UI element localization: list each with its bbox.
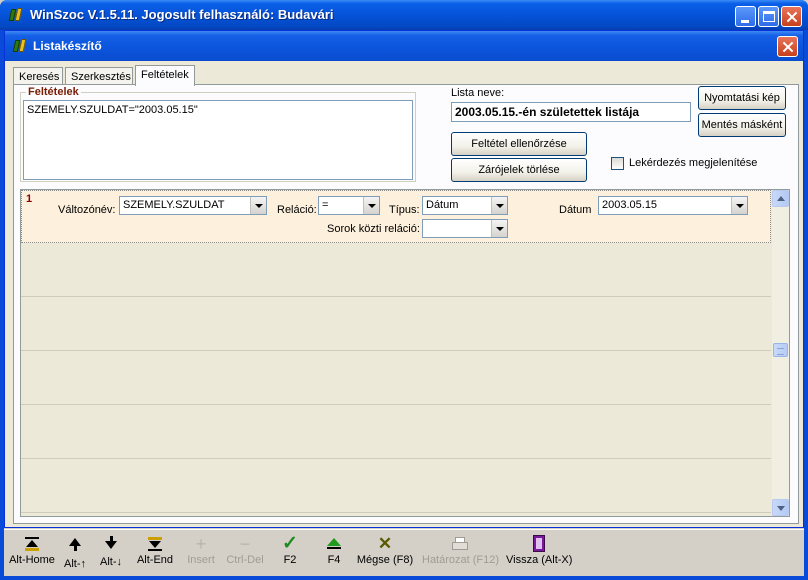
f4-button[interactable]: F4 <box>320 534 348 574</box>
date-label: Dátum <box>559 204 592 216</box>
first-record-icon <box>8 534 56 554</box>
scroll-up-button[interactable] <box>772 190 789 207</box>
show-query-label: Lekérdezés megjelenítése <box>629 157 758 169</box>
empty-grid-row[interactable] <box>21 459 771 513</box>
exit-door-icon <box>506 534 572 554</box>
checkmark-icon: ✓ <box>282 533 298 554</box>
save-as-button[interactable]: Mentés másként <box>698 113 786 137</box>
type-value: Dátum <box>426 199 459 211</box>
close-app-button[interactable] <box>781 6 802 27</box>
print-preview-button[interactable]: Nyomtatási kép <box>698 86 786 110</box>
empty-grid-row[interactable] <box>21 297 771 351</box>
empty-grid-row[interactable] <box>21 243 771 297</box>
variable-label: Változónév: <box>58 204 116 216</box>
conditions-legend: Feltételek <box>26 86 81 98</box>
condition-row[interactable]: 1 Változónév: SZEMELY.SZULDAT Reláció: =… <box>21 190 771 243</box>
tab-feltetelek[interactable]: Feltételek <box>135 65 195 86</box>
empty-grid-row[interactable] <box>21 405 771 459</box>
insert-label: Insert <box>187 554 215 566</box>
cancel-x-icon: ✕ <box>377 534 393 553</box>
decision-label: Határozat (F12) <box>422 554 500 566</box>
list-name-input[interactable]: 2003.05.15.-én születettek listája <box>451 102 691 122</box>
winszoc-logo-icon <box>12 38 28 54</box>
bottom-toolbar: Alt-Home Alt-↑ Alt-↓ Alt-End + Insert − … <box>4 529 804 576</box>
empty-grid-row[interactable] <box>21 351 771 405</box>
scroll-down-button[interactable] <box>772 499 789 516</box>
plus-icon: + <box>195 534 207 554</box>
f4-label: F4 <box>327 554 341 566</box>
child-title-bar[interactable]: Listakészítő <box>5 31 803 61</box>
previous-record-label: Alt-↑ <box>64 558 86 570</box>
variable-combo[interactable]: SZEMELY.SZULDAT <box>119 196 267 215</box>
conditions-textarea[interactable]: SZEMELY.SZULDAT="2003.05.15" <box>23 100 413 180</box>
decision-button[interactable]: Határozat (F12) <box>422 534 500 574</box>
chevron-down-icon[interactable] <box>491 197 507 214</box>
last-record-button[interactable]: Alt-End <box>134 534 176 574</box>
type-label: Típus: <box>389 204 420 216</box>
tab-kereses[interactable]: Keresés <box>13 67 63 85</box>
maximize-button[interactable] <box>758 6 779 27</box>
delete-button[interactable]: − Ctrl-Del <box>224 534 266 574</box>
app-title-bar[interactable]: WinSzoc V.1.5.11. Jogosult felhasználó: … <box>0 0 808 30</box>
next-record-button[interactable]: Alt-↓ <box>96 534 126 574</box>
insert-button[interactable]: + Insert <box>184 534 218 574</box>
variable-value: SZEMELY.SZULDAT <box>123 199 225 211</box>
show-query-checkbox[interactable] <box>611 157 624 170</box>
list-name-label: Lista neve: <box>451 87 505 99</box>
f2-label: F2 <box>283 554 297 566</box>
cancel-button[interactable]: ✕ Mégse (F8) <box>356 534 414 574</box>
chevron-down-icon[interactable] <box>491 220 507 237</box>
minus-icon: − <box>239 534 251 554</box>
tab-szerkesztes[interactable]: Szerkesztés <box>65 67 133 85</box>
printer-icon <box>422 534 498 554</box>
arrow-up-icon <box>60 538 90 558</box>
row-number: 1 <box>26 193 33 205</box>
conditions-grid: 1 Változónév: SZEMELY.SZULDAT Reláció: =… <box>20 189 790 517</box>
winszoc-logo-icon <box>8 7 24 23</box>
close-child-button[interactable] <box>777 36 798 57</box>
first-record-button[interactable]: Alt-Home <box>8 534 56 574</box>
f2-button[interactable]: ✓ F2 <box>276 534 304 574</box>
last-record-label: Alt-End <box>136 554 174 566</box>
date-combo[interactable]: 2003.05.15 <box>598 196 748 215</box>
arrow-down-icon <box>96 536 126 556</box>
date-value: 2003.05.15 <box>602 199 658 211</box>
check-condition-button[interactable]: Feltétel ellenőrzése <box>451 132 587 156</box>
row-relation-combo[interactable] <box>422 219 508 238</box>
chevron-down-icon[interactable] <box>250 197 266 214</box>
delete-label: Ctrl-Del <box>226 554 264 566</box>
conditions-group: Feltételek SZEMELY.SZULDAT="2003.05.15" <box>20 86 416 182</box>
chevron-down-icon[interactable] <box>363 197 379 214</box>
last-record-icon <box>134 534 176 554</box>
clear-parentheses-button[interactable]: Zárójelek törlése <box>451 158 587 182</box>
feltetelek-panel: Feltételek SZEMELY.SZULDAT="2003.05.15" … <box>13 84 799 524</box>
maximize-icon <box>763 11 775 22</box>
exit-label: Vissza (Alt-X) <box>506 554 573 566</box>
type-combo[interactable]: Dátum <box>422 196 508 215</box>
listakeszito-window: Listakészítő Keresés Szerkesztés Feltéte… <box>4 30 804 528</box>
row-relation-label: Sorok közti reláció: <box>327 223 420 235</box>
minimize-icon <box>741 20 749 23</box>
scroll-thumb[interactable] <box>773 343 788 357</box>
relation-combo[interactable]: = <box>318 196 380 215</box>
relation-label: Reláció: <box>277 204 317 216</box>
child-title: Listakészítő <box>33 39 102 53</box>
minimize-button[interactable] <box>735 6 756 27</box>
cancel-label: Mégse (F8) <box>356 554 414 566</box>
grid-scrollbar[interactable] <box>772 190 789 516</box>
previous-record-button[interactable]: Alt-↑ <box>60 534 90 574</box>
close-icon <box>778 37 797 56</box>
app-title: WinSzoc V.1.5.11. Jogosult felhasználó: … <box>30 7 334 22</box>
relation-value: = <box>322 199 329 211</box>
next-record-label: Alt-↓ <box>100 556 122 568</box>
triangle-up-icon <box>320 534 348 554</box>
first-record-label: Alt-Home <box>9 554 55 566</box>
close-icon <box>782 7 801 26</box>
exit-button[interactable]: Vissza (Alt-X) <box>506 534 572 574</box>
chevron-down-icon[interactable] <box>731 197 747 214</box>
